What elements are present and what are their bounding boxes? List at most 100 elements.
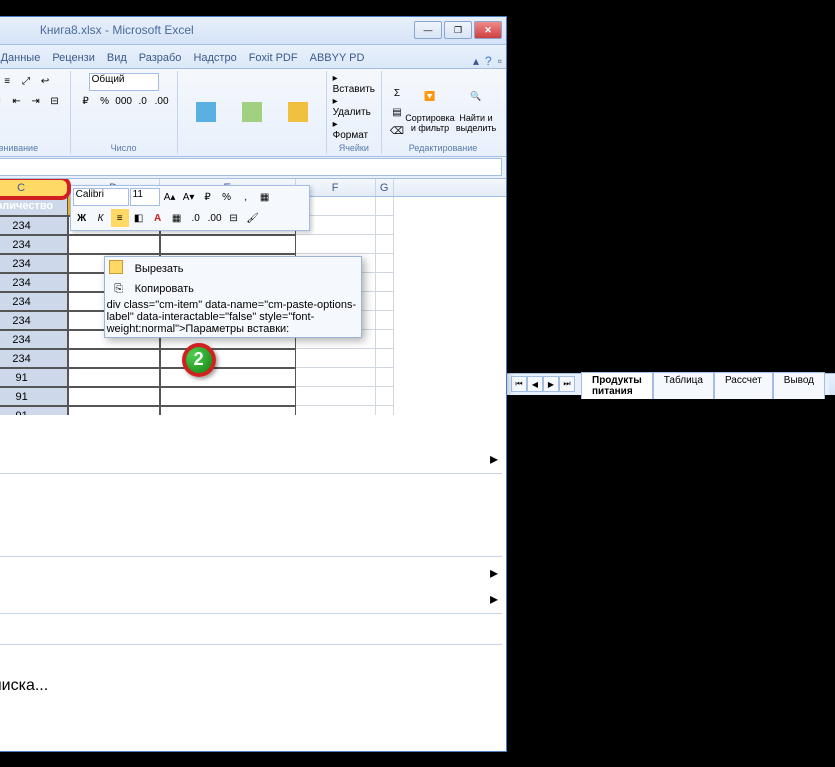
bold-icon[interactable]: Ж xyxy=(73,209,91,227)
cell[interactable] xyxy=(160,368,296,387)
fill-color-icon[interactable]: ◧ xyxy=(130,209,148,227)
cell[interactable] xyxy=(68,368,160,387)
dec-decimal-icon[interactable]: .00 xyxy=(153,93,171,111)
percent-icon[interactable]: % xyxy=(218,188,236,206)
cell[interactable]: 234 xyxy=(0,216,68,235)
column-header-G[interactable]: G xyxy=(376,179,394,196)
cell[interactable]: 234 xyxy=(0,349,68,368)
cm-insert[interactable]: Вставить... xyxy=(0,476,506,502)
cell[interactable] xyxy=(376,292,394,311)
align-bot-icon[interactable]: ≡ xyxy=(0,73,16,91)
help-icon[interactable]: ? xyxy=(485,54,492,68)
cm-format-cells[interactable]: Формат ячеек... xyxy=(0,647,506,673)
minimize-ribbon-icon[interactable]: ▴ xyxy=(473,54,479,68)
sheet-tab[interactable]: Рассчет xyxy=(714,372,773,399)
number-format-select[interactable]: Общий xyxy=(89,73,159,91)
cell[interactable] xyxy=(68,235,160,254)
cm-filter[interactable]: Фильтр xyxy=(0,559,506,585)
cell[interactable] xyxy=(376,330,394,349)
cell[interactable]: Количество xyxy=(0,197,68,216)
cell[interactable] xyxy=(376,368,394,387)
orientation-icon[interactable]: ⤢ xyxy=(17,73,35,91)
first-sheet-button[interactable]: ⏮ xyxy=(511,376,527,392)
find-select-button[interactable]: 🔍 Найти и выделить xyxy=(454,79,498,145)
fill-icon[interactable]: ▤ xyxy=(388,103,406,121)
sort-filter-button[interactable]: 🔽 Сортировка и фильтр xyxy=(408,79,452,145)
autosum-icon[interactable]: Σ xyxy=(388,84,406,102)
cell[interactable] xyxy=(296,406,376,415)
cm-delete[interactable]: Удалить... xyxy=(0,502,506,528)
cm-paste-special[interactable]: Специальная вставка... xyxy=(0,445,506,471)
cm-define-name[interactable]: Присвоить имя... xyxy=(0,699,506,725)
cm-comment[interactable]: 💬Вставить примечание xyxy=(0,616,506,642)
merge-icon[interactable]: ⊟ xyxy=(46,93,64,111)
align-icon[interactable]: ≡ xyxy=(111,209,129,227)
cell[interactable] xyxy=(68,387,160,406)
cell[interactable] xyxy=(296,235,376,254)
cm-clear[interactable]: Очистить содержимое xyxy=(0,528,506,554)
insert-cells-button[interactable]: ▸ Вставить xyxy=(333,73,375,95)
next-sheet-button[interactable]: ▶ xyxy=(543,376,559,392)
ribbon-options-icon[interactable]: ▫ xyxy=(498,54,502,68)
sheet-tab[interactable]: Вывод xyxy=(773,372,825,399)
cell[interactable]: 234 xyxy=(0,292,68,311)
cell-style-button[interactable] xyxy=(276,79,320,145)
cell[interactable]: 234 xyxy=(0,311,68,330)
cell[interactable] xyxy=(376,311,394,330)
maximize-button[interactable]: ❐ xyxy=(444,21,472,39)
grow-font-icon[interactable]: A▴ xyxy=(161,188,179,206)
cell[interactable] xyxy=(376,235,394,254)
cell[interactable] xyxy=(160,349,296,368)
cm-cut[interactable]: ✂Вырезать xyxy=(107,259,359,279)
cell[interactable] xyxy=(160,235,296,254)
cm-sort[interactable]: Сортировка xyxy=(0,585,506,611)
tab-рецензи[interactable]: Рецензи xyxy=(46,49,101,68)
minimize-button[interactable]: — xyxy=(414,21,442,39)
cell[interactable]: 234 xyxy=(0,273,68,292)
tab-вид[interactable]: Вид xyxy=(101,49,133,68)
cell[interactable] xyxy=(376,273,394,292)
cell[interactable] xyxy=(160,406,296,415)
tab-разрабо[interactable]: Разрабо xyxy=(133,49,188,68)
cell[interactable] xyxy=(376,387,394,406)
inc-decimal-icon[interactable]: .0 xyxy=(134,93,152,111)
font-color-icon[interactable]: A xyxy=(149,209,167,227)
cell[interactable] xyxy=(160,387,296,406)
cell[interactable]: 234 xyxy=(0,235,68,254)
cell[interactable]: 91 xyxy=(0,368,68,387)
italic-icon[interactable]: К xyxy=(92,209,110,227)
inc-decimal-icon[interactable]: .00 xyxy=(206,209,224,227)
percent-icon[interactable]: % xyxy=(96,93,114,111)
align-right-icon[interactable]: ≡ xyxy=(0,93,7,111)
cond-format-button[interactable] xyxy=(184,79,228,145)
cell[interactable] xyxy=(376,406,394,415)
cell[interactable] xyxy=(376,197,394,216)
cell[interactable] xyxy=(376,349,394,368)
comma-icon[interactable]: 000 xyxy=(115,93,133,111)
wrap-icon[interactable]: ↩ xyxy=(36,73,54,91)
comma-icon[interactable]: , xyxy=(237,188,255,206)
clear-icon[interactable]: ⌫ xyxy=(388,122,406,140)
border-icon[interactable]: ▦ xyxy=(168,209,186,227)
cm-dropdown-pick[interactable]: Выбрать из раскрывающегося списка... xyxy=(0,673,506,699)
cm-copy[interactable]: ⎘Копировать xyxy=(107,279,359,299)
currency-icon[interactable]: ₽ xyxy=(77,93,95,111)
cell[interactable] xyxy=(376,254,394,273)
mini-size-select[interactable]: 11 xyxy=(130,188,160,206)
cell[interactable] xyxy=(68,349,160,368)
cm-hyperlink[interactable]: 🔗Гиперссылка... xyxy=(0,725,506,751)
sheet-tab[interactable]: Таблица xyxy=(653,372,714,399)
tab-данные[interactable]: Данные xyxy=(0,49,46,68)
close-button[interactable]: ✕ xyxy=(474,21,502,39)
format-cells-button[interactable]: ▸ Формат xyxy=(333,119,375,141)
sheet-tab[interactable]: Продукты питания xyxy=(581,372,653,399)
shrink-font-icon[interactable]: A▾ xyxy=(180,188,198,206)
cell[interactable] xyxy=(296,368,376,387)
cell[interactable]: 91 xyxy=(0,406,68,415)
merge-icon[interactable]: ⊟ xyxy=(225,209,243,227)
cell[interactable]: 234 xyxy=(0,330,68,349)
cell[interactable] xyxy=(296,349,376,368)
last-sheet-button[interactable]: ⏭ xyxy=(559,376,575,392)
prev-sheet-button[interactable]: ◀ xyxy=(527,376,543,392)
table-style-button[interactable] xyxy=(230,79,274,145)
